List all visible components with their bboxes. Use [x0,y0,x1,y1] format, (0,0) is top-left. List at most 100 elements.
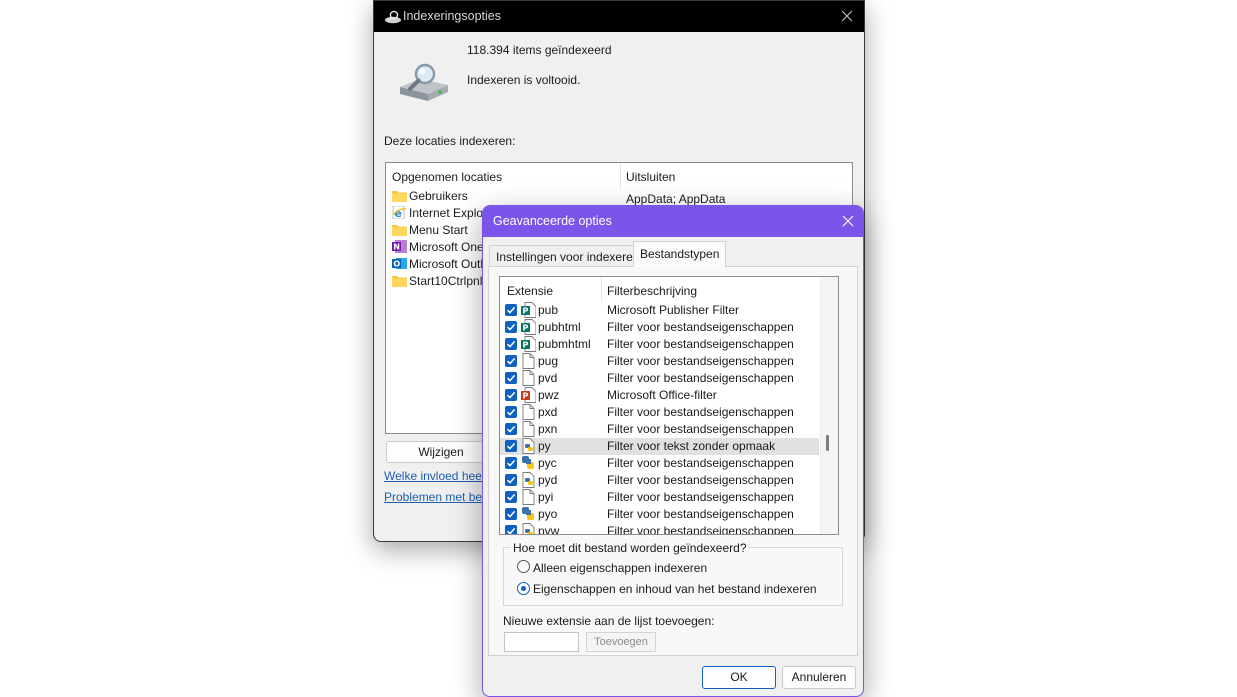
indexing-status: Indexeren is voltooid. [467,73,581,87]
location-name: Start10Ctrlpnl [409,274,483,288]
checkmark-icon [506,442,516,450]
location-name: Internet Explor [409,206,488,220]
file-extension: pyi [538,490,554,504]
column-header-extension[interactable]: Extensie [507,284,553,298]
file-extension: pxn [538,422,558,436]
ok-button[interactable]: OK [702,666,776,689]
file-type-row[interactable]: pyo Filter voor bestandseigenschappen [500,506,819,523]
checkbox[interactable] [505,372,517,384]
file-type-row[interactable]: pyd Filter voor bestandseigenschappen [500,472,819,489]
file-extension: pubhtml [538,320,581,334]
file-type-row[interactable]: pyi Filter voor bestandseigenschappen [500,489,819,506]
folder-icon [392,225,407,236]
cancel-button[interactable]: Annuleren [782,666,856,689]
influence-help-link[interactable]: Welke invloed heeft [384,469,489,483]
close-button[interactable] [837,6,857,26]
file-extension: pub [538,303,559,317]
checkbox[interactable] [505,491,517,503]
powerpoint-icon: P [521,387,536,403]
add-extension-button[interactable]: Toevoegen [586,632,656,652]
file-type-row[interactable]: pxn Filter voor bestandseigenschappen [500,421,819,438]
file-icon [522,353,535,369]
modify-button[interactable]: Wijzigen [386,441,496,463]
file-type-row[interactable]: Ppubhtml Filter voor bestandseigenschappe… [500,319,819,336]
index-method-question: Hoe moet dit bestand worden geïndexeerd? [511,541,749,555]
file-type-row[interactable]: pxd Filter voor bestandseigenschappen [500,404,819,421]
file-type-row[interactable]: Ppwz Microsoft Office-filter [500,387,819,404]
file-type-row[interactable]: pug Filter voor bestandseigenschappen [500,353,819,370]
exclude-value: AppData; AppData [626,192,726,206]
checkbox[interactable] [505,440,517,452]
python-file-icon [522,523,535,534]
svg-text:P: P [523,324,529,333]
scrollbar[interactable] [820,277,838,534]
checkbox[interactable] [505,304,517,316]
checkbox[interactable] [505,389,517,401]
indexing-options-icon [385,10,401,24]
checkmark-icon [506,459,516,467]
filter-description: Filter voor bestandseigenschappen [607,473,794,487]
onenote-icon: N [392,240,407,253]
file-type-row[interactable]: Ppub Microsoft Publisher Filter [500,302,819,319]
checkbox[interactable] [505,508,517,520]
file-types-list[interactable]: Extensie Filterbeschrijving Ppub Microsof… [499,276,839,535]
location-row[interactable]: Gebruikers [392,188,642,205]
file-type-row[interactable]: Ppubmhtml Filter voor bestandseigenschapp… [500,336,819,353]
dialog-close-button[interactable] [838,211,858,231]
file-type-row[interactable]: pyw Filter voor bestandseigenschappen [500,523,819,534]
new-extension-input[interactable] [504,632,579,652]
location-name: Microsoft Outlo [409,257,490,271]
filter-description: Filter voor bestandseigenschappen [607,354,794,368]
checkmark-icon [506,408,516,416]
radio-properties-and-contents[interactable] [517,582,530,595]
column-divider[interactable] [601,277,602,301]
outlook-icon: O [392,258,407,269]
checkbox[interactable] [505,474,517,486]
checkbox[interactable] [505,321,517,333]
checkmark-icon [506,425,516,433]
python-file-icon [522,472,535,488]
filter-description: Filter voor bestandseigenschappen [607,371,794,385]
checkmark-icon [506,493,516,501]
file-extension: pyo [538,507,558,521]
checkbox[interactable] [505,423,517,435]
scrollbar-thumb[interactable] [826,435,829,451]
new-extension-label: Nieuwe extensie aan de lijst toevoegen: [503,614,715,628]
filter-description: Filter voor bestandseigenschappen [607,456,794,470]
checkbox[interactable] [505,338,517,350]
checkmark-icon [506,306,516,314]
checkbox[interactable] [505,457,517,469]
file-type-row[interactable]: py Filter voor tekst zonder opmaak [500,438,819,455]
filter-description: Microsoft Publisher Filter [607,303,740,317]
title-bar[interactable]: Indexeringsopties [374,1,864,32]
file-extension: pwz [538,388,560,402]
radio-properties-and-contents-label[interactable]: Eigenschappen en inhoud van het bestand … [533,582,817,596]
column-divider[interactable] [620,163,621,189]
file-extension: pxd [538,405,558,419]
column-header-filter[interactable]: Filterbeschrijving [607,284,697,298]
file-icon [522,404,535,420]
filter-description: Filter voor bestandseigenschappen [607,405,794,419]
checkmark-icon [506,323,516,331]
file-type-row[interactable]: pyc Filter voor bestandseigenschappen [500,455,819,472]
radio-properties-only[interactable] [517,560,530,573]
file-type-row[interactable]: pvd Filter voor bestandseigenschappen [500,370,819,387]
checkbox[interactable] [505,406,517,418]
file-icon [522,370,535,386]
close-icon [842,215,854,227]
column-header-exclude[interactable]: Uitsluiten [626,170,675,184]
folder-icon [392,191,407,202]
publisher-icon: P [521,319,536,335]
checkmark-icon [506,510,516,518]
file-icon [522,489,535,505]
dialog-title: Geavanceerde opties [493,214,612,228]
file-extension: py [538,439,551,453]
checkbox[interactable] [505,355,517,367]
column-header-included[interactable]: Opgenomen locaties [392,170,502,184]
svg-text:O: O [393,260,400,269]
radio-properties-only-label[interactable]: Alleen eigenschappen indexeren [533,561,707,575]
tab-file-types[interactable]: Bestandstypen [633,241,727,267]
checkbox[interactable] [505,525,517,534]
troubleshoot-link[interactable]: Problemen met betre [384,490,496,504]
dialog-title-bar[interactable]: Geavanceerde opties [483,206,863,237]
